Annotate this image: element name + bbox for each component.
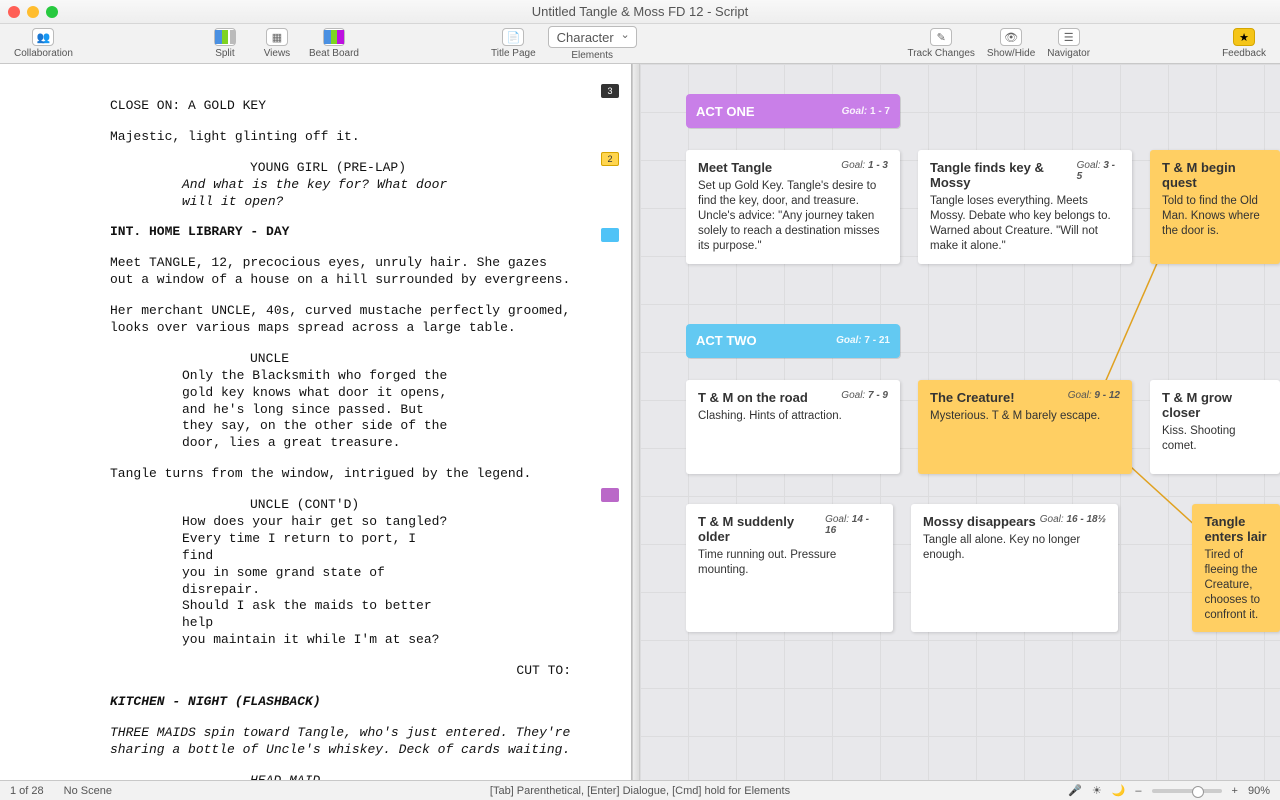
splitter[interactable] xyxy=(632,64,640,780)
note-marker[interactable] xyxy=(601,488,619,502)
page-icon: 📄 xyxy=(502,28,524,46)
page-indicator[interactable]: 1 of 28 xyxy=(10,785,44,797)
moon-icon[interactable]: 🌙 xyxy=(1112,784,1126,797)
list-icon: ☰ xyxy=(1058,28,1080,46)
views-icon: ▦ xyxy=(266,28,288,46)
people-icon: 👥 xyxy=(32,28,54,46)
track-icon: ✎ xyxy=(930,28,952,46)
zoom-in-icon[interactable]: + xyxy=(1232,785,1238,797)
titlebar: Untitled Tangle & Moss FD 12 - Script xyxy=(0,0,1280,24)
beat-card[interactable]: Tangle enters lair Tired of fleeing the … xyxy=(1192,504,1280,633)
zoom-slider[interactable] xyxy=(1152,789,1222,793)
beatboard-button[interactable]: Beat Board xyxy=(309,28,359,59)
feedback-button[interactable]: ★ Feedback xyxy=(1222,28,1266,59)
titlepage-button[interactable]: 📄 Title Page xyxy=(491,28,536,59)
editor-pane: CLOSE ON: A GOLD KEY Majestic, light gli… xyxy=(0,64,632,780)
toolbar: 👥 Collaboration Split ▦ Views Beat Board… xyxy=(0,24,1280,64)
act-header-2[interactable]: ACT TWO Goal: 7 - 21 xyxy=(686,324,900,358)
eye-icon: 👁 xyxy=(1000,28,1022,46)
views-button[interactable]: ▦ Views xyxy=(257,28,297,59)
navigator-button[interactable]: ☰ Navigator xyxy=(1047,28,1090,59)
beat-board[interactable]: ACT ONE Goal: 1 - 7 Meet TangleGoal: 1 -… xyxy=(640,64,1280,780)
minimize-icon[interactable] xyxy=(27,6,39,18)
beat-card[interactable]: The Creature!Goal: 9 - 12 Mysterious. T … xyxy=(918,380,1132,474)
split-icon xyxy=(214,28,236,46)
star-icon: ★ xyxy=(1233,28,1255,46)
close-icon[interactable] xyxy=(8,6,20,18)
statusbar: 1 of 28 No Scene [Tab] Parenthetical, [E… xyxy=(0,780,1280,800)
track-changes-button[interactable]: ✎ Track Changes xyxy=(907,28,974,59)
element-dropdown[interactable]: Character xyxy=(548,26,637,48)
script-editor[interactable]: CLOSE ON: A GOLD KEY Majestic, light gli… xyxy=(0,64,631,780)
maximize-icon[interactable] xyxy=(46,6,58,18)
note-marker[interactable]: 2 xyxy=(601,152,619,166)
split-button[interactable]: Split xyxy=(205,28,245,59)
beat-card[interactable]: T & M grow closer Kiss. Shooting comet. xyxy=(1150,380,1280,474)
zoom-value: 90% xyxy=(1248,785,1270,797)
zoom-out-icon[interactable]: – xyxy=(1135,785,1141,797)
note-marker[interactable] xyxy=(601,228,619,242)
showhide-button[interactable]: 👁 Show/Hide xyxy=(987,28,1035,59)
collaboration-button[interactable]: 👥 Collaboration xyxy=(14,28,73,59)
beat-card[interactable]: T & M begin quest Told to find the Old M… xyxy=(1150,150,1280,264)
mic-icon[interactable]: 🎤 xyxy=(1068,784,1082,797)
window-title: Untitled Tangle & Moss FD 12 - Script xyxy=(532,4,749,19)
beat-card[interactable]: Mossy disappearsGoal: 16 - 18½ Tangle al… xyxy=(911,504,1118,633)
scene-indicator[interactable]: No Scene xyxy=(64,785,112,797)
note-marker[interactable]: 3 xyxy=(601,84,619,98)
beat-card[interactable]: T & M on the roadGoal: 7 - 9 Clashing. H… xyxy=(686,380,900,474)
beat-card[interactable]: Meet TangleGoal: 1 - 3 Set up Gold Key. … xyxy=(686,150,900,264)
window-controls xyxy=(8,6,58,18)
elements-hint: [Tab] Parenthetical, [Enter] Dialogue, [… xyxy=(490,785,790,797)
margin-notes: 3 2 xyxy=(601,84,623,502)
main: CLOSE ON: A GOLD KEY Majestic, light gli… xyxy=(0,64,1280,780)
beatboard-icon xyxy=(323,28,345,46)
act-header-1[interactable]: ACT ONE Goal: 1 - 7 xyxy=(686,94,900,128)
sun-icon[interactable]: ☀ xyxy=(1092,784,1102,797)
beat-card[interactable]: T & M suddenly olderGoal: 14 - 16 Time r… xyxy=(686,504,893,633)
beat-card[interactable]: Tangle finds key & MossyGoal: 3 - 5 Tang… xyxy=(918,150,1132,264)
